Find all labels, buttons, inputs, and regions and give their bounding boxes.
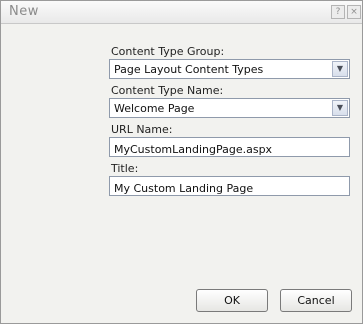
content-type-group-select[interactable]: Page Layout Content Types ▼: [109, 59, 350, 79]
url-name-input[interactable]: [110, 141, 346, 158]
title-label: Title:: [111, 162, 139, 175]
chevron-down-icon[interactable]: ▼: [332, 61, 348, 77]
ok-button[interactable]: OK: [196, 289, 268, 312]
title-field[interactable]: [109, 176, 350, 197]
cancel-button[interactable]: Cancel: [280, 289, 352, 312]
title-input[interactable]: [110, 180, 346, 197]
url-name-label: URL Name:: [111, 123, 173, 136]
url-name-field[interactable]: [109, 137, 350, 158]
dialog-title: New: [9, 4, 39, 19]
chevron-down-icon[interactable]: ▼: [332, 100, 348, 116]
help-icon[interactable]: ?: [331, 5, 345, 19]
close-icon[interactable]: ×: [347, 5, 361, 19]
content-type-name-value: Welcome Page: [114, 102, 195, 115]
new-dialog: New ? × Content Type Group: Page Layout …: [0, 0, 363, 324]
content-type-name-label: Content Type Name:: [111, 84, 224, 97]
content-type-group-value: Page Layout Content Types: [114, 63, 264, 76]
title-bar: New ? ×: [1, 1, 362, 24]
content-type-name-select[interactable]: Welcome Page ▼: [109, 98, 350, 118]
content-type-group-label: Content Type Group:: [111, 45, 225, 58]
